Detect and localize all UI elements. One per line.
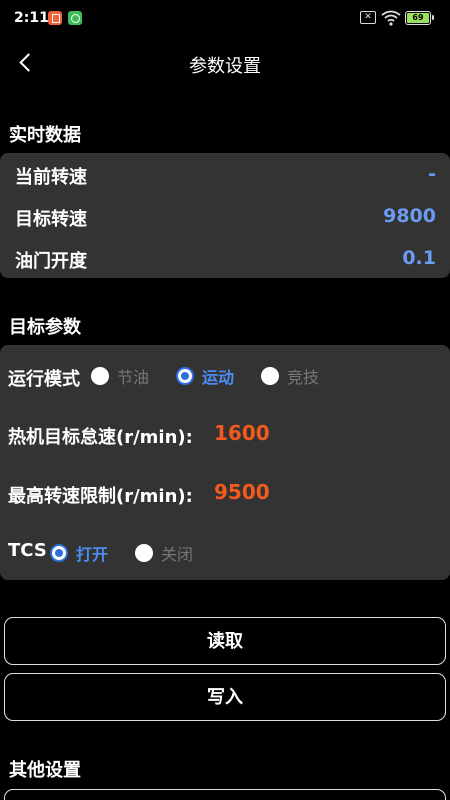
radio-tcs-on[interactable]: 打开: [50, 541, 108, 565]
radio-circle-icon: [91, 367, 109, 385]
radio-label: 节油: [117, 368, 150, 387]
radio-label: 运动: [202, 368, 235, 387]
realtime-card: 当前转速 - 目标转速 9800 油门开度 0.1: [0, 153, 450, 278]
realtime-row-current-speed: 当前转速 -: [0, 153, 450, 195]
radio-selected-icon: [176, 367, 194, 385]
idle-speed-label: 热机目标怠速(r/min):: [8, 427, 193, 448]
radio-mode-economy[interactable]: 节油: [91, 364, 149, 388]
wifi-icon: [381, 10, 401, 26]
battery-icon: 69: [405, 11, 434, 25]
target-params-section-title: 目标参数: [9, 317, 81, 338]
page-title: 参数设置: [189, 56, 261, 77]
realtime-label: 油门开度: [15, 251, 87, 272]
other-settings-section-title: 其他设置: [9, 760, 81, 781]
idle-speed-value[interactable]: 1600: [214, 421, 270, 445]
radio-label: 竞技: [287, 368, 320, 387]
radio-label: 关闭: [161, 545, 194, 564]
radio-tcs-off[interactable]: 关闭: [135, 541, 193, 565]
status-time: 2:11: [14, 10, 49, 26]
radio-circle-icon: [135, 544, 153, 562]
write-button[interactable]: 写入: [4, 673, 446, 721]
realtime-value: -: [428, 163, 436, 185]
notification-app-icon: [48, 11, 62, 25]
tcs-label: TCS: [8, 540, 47, 561]
target-params-card: 运行模式 节油 运动 竞技 热机目标怠速(r/min): 1600 最高转速限制…: [0, 345, 450, 580]
other-settings-card: [4, 789, 446, 800]
radio-mode-race[interactable]: 竞技: [261, 364, 319, 388]
realtime-label: 目标转速: [15, 209, 87, 230]
radio-mode-sport[interactable]: 运动: [176, 364, 234, 388]
realtime-section-title: 实时数据: [9, 125, 81, 146]
max-speed-value[interactable]: 9500: [214, 480, 270, 504]
radio-selected-icon: [50, 544, 68, 562]
run-mode-label: 运行模式: [8, 369, 80, 390]
status-bar: 2:11 ✕ 69: [0, 0, 450, 38]
radio-label: 打开: [76, 545, 109, 564]
x-box-icon: ✕: [360, 11, 376, 24]
max-speed-label: 最高转速限制(r/min):: [8, 486, 193, 507]
realtime-value: 9800: [383, 205, 436, 227]
realtime-label: 当前转速: [15, 167, 87, 188]
read-button[interactable]: 读取: [4, 617, 446, 665]
notification-chat-icon: [68, 11, 82, 25]
radio-circle-icon: [261, 367, 279, 385]
app-header: 参数设置: [0, 38, 450, 88]
realtime-row-target-speed: 目标转速 9800: [0, 195, 450, 237]
realtime-row-throttle: 油门开度 0.1: [0, 237, 450, 279]
realtime-value: 0.1: [402, 247, 436, 269]
battery-level: 69: [407, 13, 429, 23]
